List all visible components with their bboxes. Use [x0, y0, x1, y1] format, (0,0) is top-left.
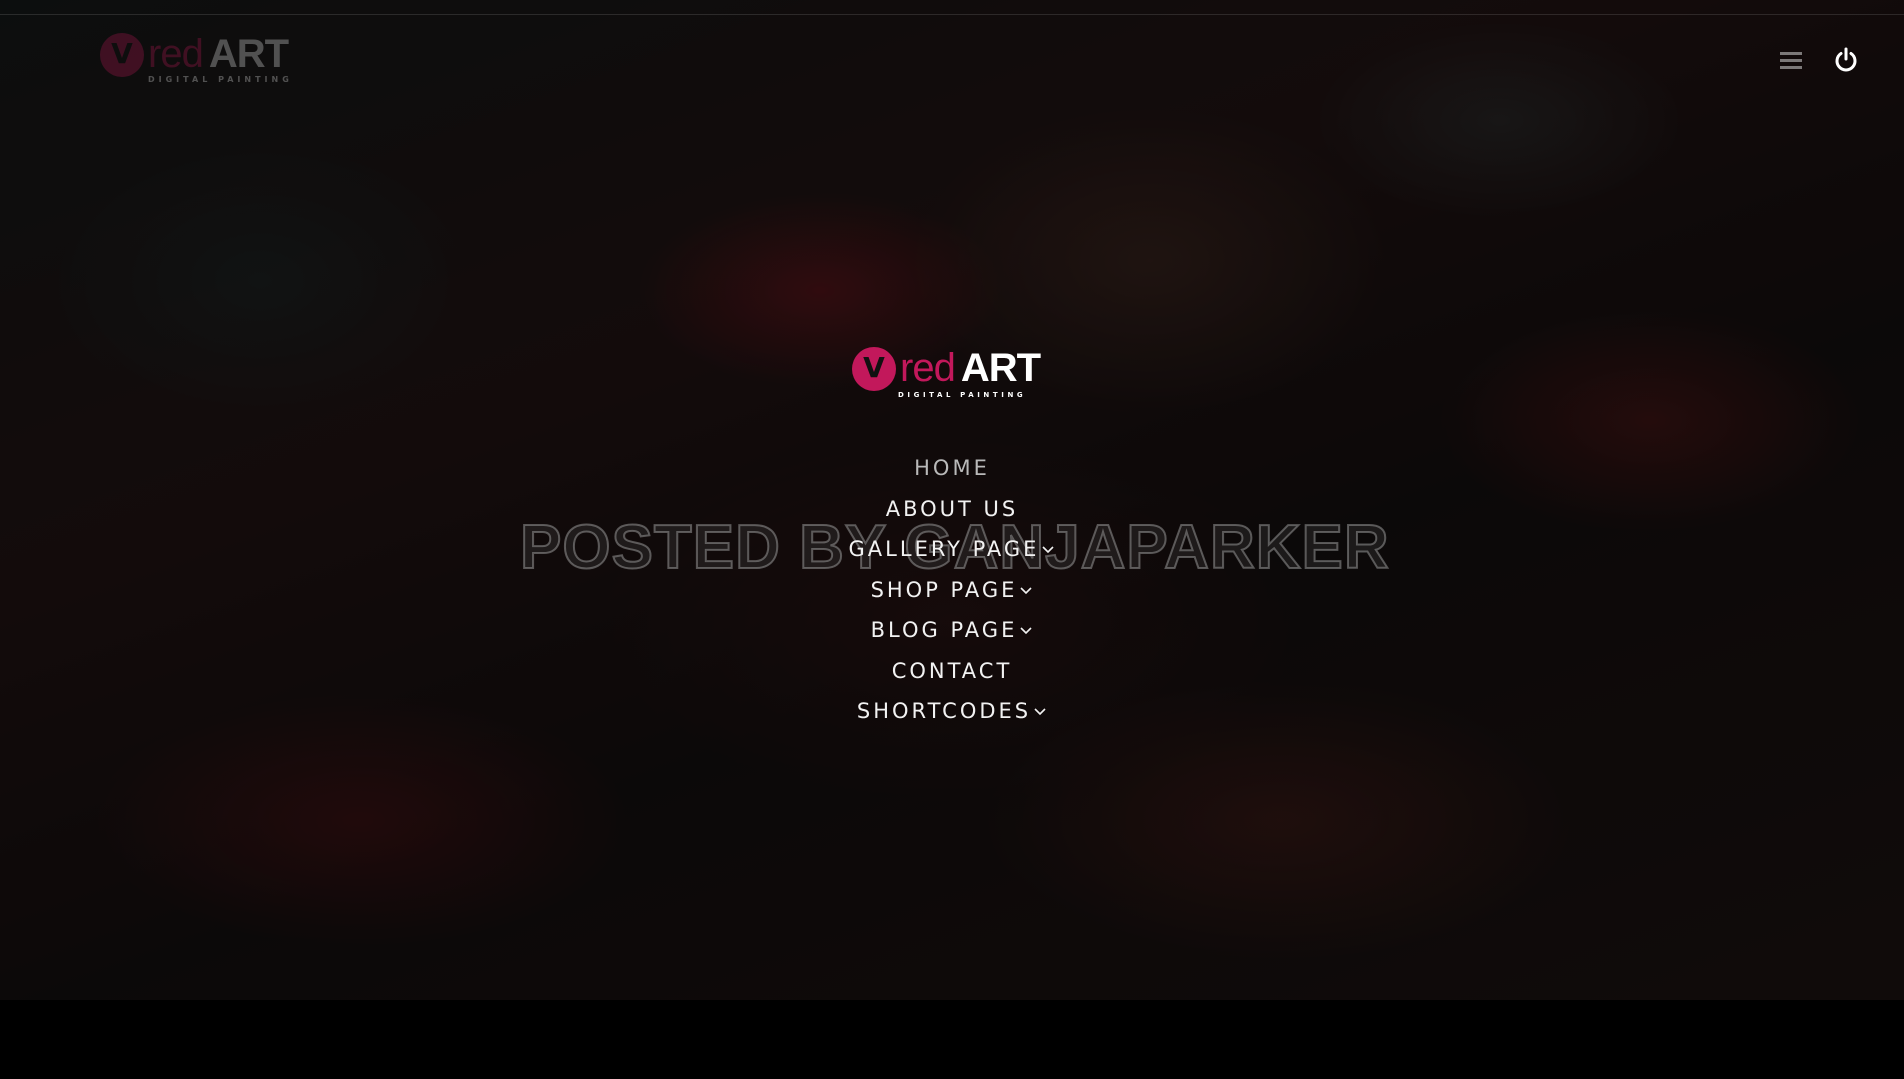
nav-label: BLOG PAGE [870, 618, 1018, 643]
chevron-down-icon [1042, 546, 1055, 554]
logo-mark-icon: V [100, 32, 144, 77]
main-navigation: HOME ABOUT US GALLERY PAGE SHOP PAGE BLO… [752, 448, 1152, 732]
menu-logo[interactable]: V red ART DIGITAL PAINTING [852, 346, 1057, 399]
nav-link-blog-page[interactable]: BLOG PAGE [871, 618, 1034, 642]
nav-item-shortcodes: SHORTCODES [752, 691, 1152, 732]
nav-label: SHOP PAGE [870, 577, 1018, 602]
header-logo[interactable]: V red ART DIGITAL PAINTING [100, 32, 293, 84]
logo-red-word: red [900, 346, 956, 390]
nav-link-contact[interactable]: CONTACT [892, 659, 1013, 683]
nav-item-contact: CONTACT [752, 651, 1152, 692]
chevron-down-icon [1020, 587, 1032, 594]
nav-label: GALLERY PAGE [848, 537, 1040, 562]
logo-tagline: DIGITAL PAINTING [898, 391, 1027, 399]
logo-art-word: ART [960, 346, 1041, 390]
logo-mark-letter: V [111, 36, 133, 70]
nav-label: ABOUT US [885, 496, 1019, 521]
logo-red-word: red [148, 32, 204, 76]
logo-mark-icon: V [852, 346, 896, 391]
nav-item-blog-page: BLOG PAGE [752, 610, 1152, 651]
top-divider [0, 14, 1904, 15]
nav-link-home[interactable]: HOME [914, 456, 990, 480]
bottom-band [0, 1000, 1904, 1079]
nav-item-home: HOME [752, 448, 1152, 489]
power-icon[interactable] [1832, 46, 1860, 74]
nav-label: SHORTCODES [856, 699, 1032, 724]
nav-link-shop-page[interactable]: SHOP PAGE [871, 578, 1034, 602]
chevron-down-icon [1020, 627, 1032, 635]
logo-mark-letter: V [863, 350, 885, 384]
page: V red ART DIGITAL PAINTING V red ART DIG… [0, 0, 1904, 1079]
nav-label: CONTACT [891, 658, 1013, 683]
hamburger-icon[interactable] [1780, 52, 1802, 72]
logo-tagline: DIGITAL PAINTING [148, 75, 293, 84]
nav-item-gallery-page: GALLERY PAGE [752, 529, 1152, 570]
nav-link-gallery-page[interactable]: GALLERY PAGE [849, 537, 1056, 561]
header-logo-row: V red ART [100, 32, 289, 77]
nav-item-about-us: ABOUT US [752, 489, 1152, 530]
nav-link-about-us[interactable]: ABOUT US [886, 497, 1019, 521]
chevron-down-icon [1034, 708, 1046, 716]
nav-item-shop-page: SHOP PAGE [752, 570, 1152, 611]
nav-label: HOME [914, 456, 990, 481]
menu-logo-row: V red ART [852, 346, 1041, 391]
nav-link-shortcodes[interactable]: SHORTCODES [857, 699, 1047, 723]
logo-art-word: ART [208, 32, 289, 76]
